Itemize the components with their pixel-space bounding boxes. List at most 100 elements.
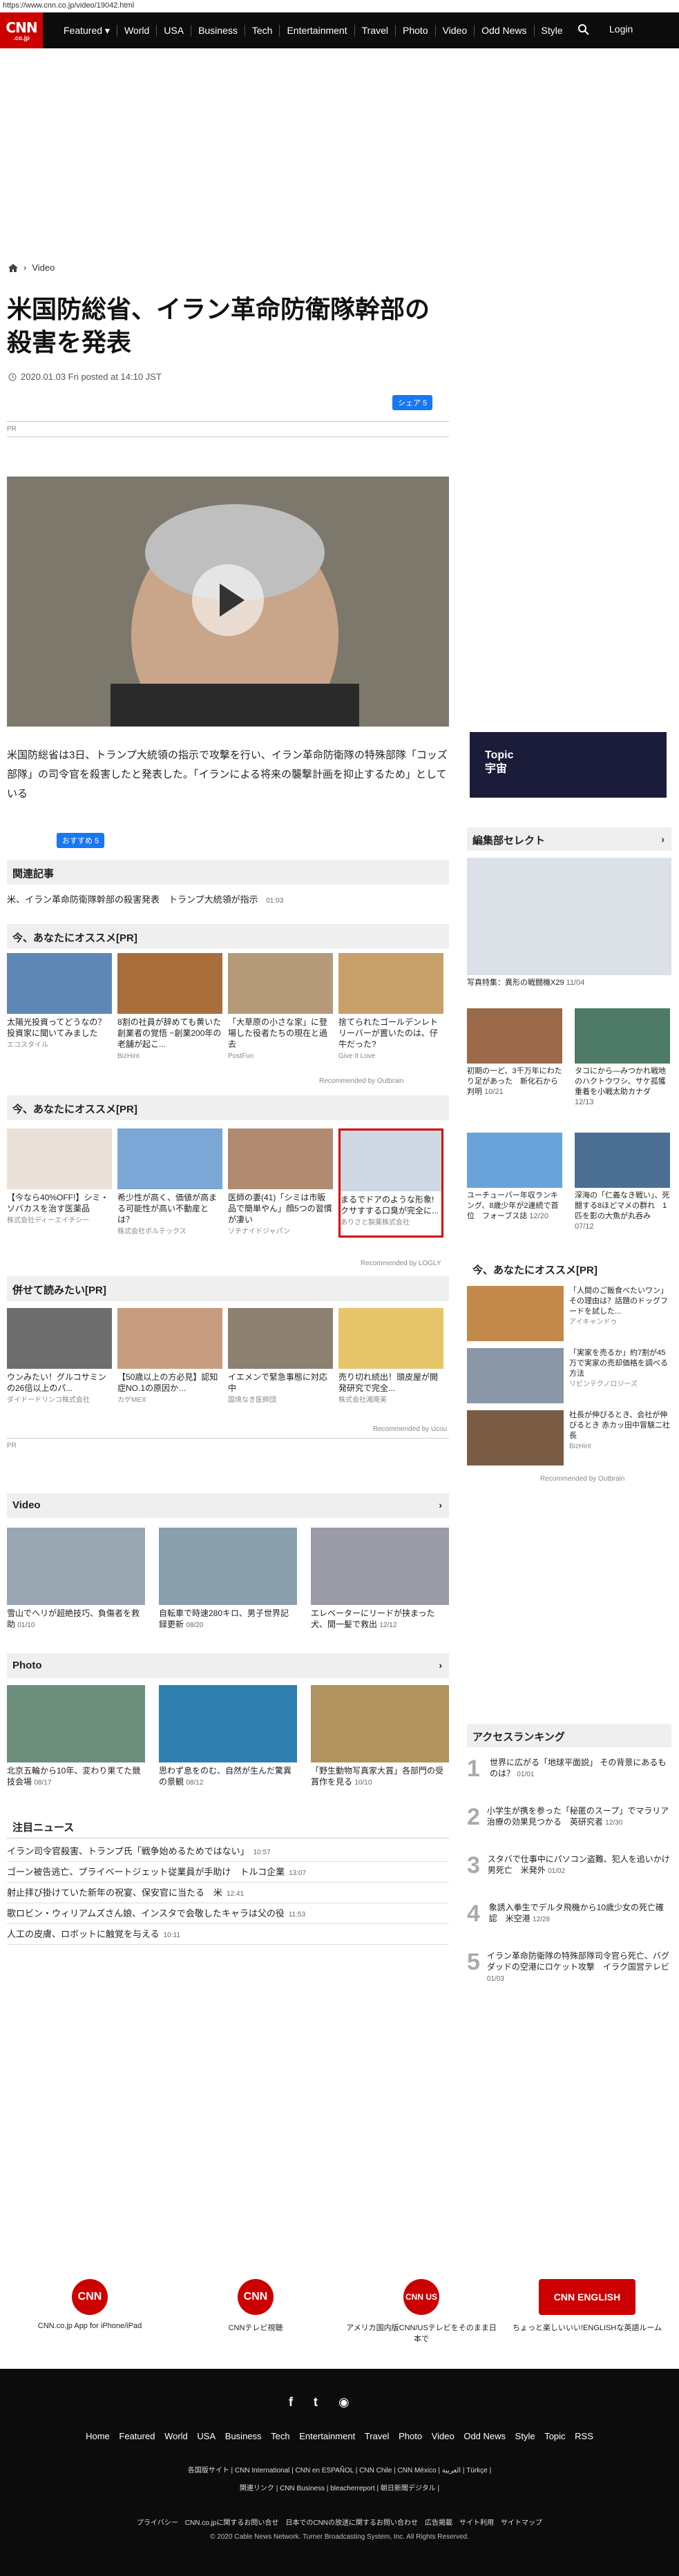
facebook-icon[interactable]: f [289, 2395, 293, 2410]
rec2-card[interactable]: 医師の妻(41)「シミは市販品で簡単やん」顔5つの習慣が凄い ソチナイドジャパン [228, 1128, 333, 1238]
app-cnn-us[interactable]: CNN US アメリカ国内版CNN/USテレビをそのまま日本で [345, 2279, 497, 2344]
nav-item-odd-news[interactable]: Odd News [474, 24, 533, 37]
ranking-item[interactable]: 5 イラン革命防衛隊の特殊部隊司令官ら死亡、バグダッドの空港にロケット攻撃 イラク… [467, 1950, 671, 1985]
rec3-card[interactable]: ウンみたい！グルコサミンの26倍以上のパ... ダイドードリンコ株式会社 [7, 1308, 112, 1406]
related-heading: 関連記事 [7, 860, 449, 885]
editor-card[interactable]: 初期の一ど、3千万年にわたり足があった 新化石から判明 10/21 [467, 1008, 562, 1097]
ranking-item[interactable]: 1 世界に広がる「地球平面説」 その背景にあるものは？ 01/01 [467, 1757, 671, 1780]
cnn-logo[interactable]: CNN .co.jp [0, 12, 43, 48]
outbrain-credit[interactable]: Recommended by Outbrain [540, 1475, 624, 1483]
footer-link[interactable]: Home [86, 2431, 110, 2441]
rec3-card[interactable]: 売り切れ続出！頭皮屋が開発研究で完全... 株式会社湘南美 [338, 1308, 443, 1406]
news-item[interactable]: 歌ロビン・ウィリアムズさん娘、インスタで会敬したキャラは父の役 11:53 [7, 1902, 449, 1924]
card-source: 国境なき医師団 [228, 1396, 276, 1404]
footer-link[interactable]: USA [197, 2431, 216, 2441]
search-icon[interactable] [577, 23, 590, 36]
card-image [7, 1308, 112, 1369]
footer-link[interactable]: Style [515, 2431, 535, 2441]
rec3-card[interactable]: 【50歳以上の方必見】認知症NO.1の原因か… カゲMEX [117, 1308, 222, 1406]
news-item[interactable]: 人工の皮膚、ロボットに触覚を与える 10:11 [7, 1923, 449, 1945]
nav-item-photo[interactable]: Photo [395, 24, 435, 37]
footer-link[interactable]: Business [225, 2431, 262, 2441]
recommend-button[interactable]: おすすめ 5 [57, 833, 105, 848]
photo-section-heading[interactable]: Photo › [7, 1653, 449, 1678]
breadcrumb-video[interactable]: Video [32, 262, 55, 273]
rec3-card[interactable]: イエメンで緊急事態に対応中 国境なき医師団 [228, 1308, 333, 1406]
related-links[interactable]: 関連リンク | CNN Business | bleacherreport | … [0, 2482, 679, 2492]
footer-link[interactable]: Photo [399, 2431, 422, 2441]
footer-link[interactable]: Topic [544, 2431, 565, 2441]
rec1-card[interactable]: 「大草原の小さな家」に登場した役者たちの現在と過去 PostFun [228, 953, 333, 1062]
editor-card[interactable]: 深海の「仁義なき戦い」、死闘する8ほどマメの群れ 1匹を影の大魚が丸呑み 07/… [575, 1133, 670, 1232]
rec1-card[interactable]: 捨てられたゴールデンレトリーバーが置いたのは、仔牛だった? Give It Lov… [338, 953, 443, 1062]
video-section-heading[interactable]: Video › [7, 1493, 449, 1518]
news-item[interactable]: ゴーン被告逃亡、プライベートジェット従業員が手助け トルコ企業 13:07 [7, 1861, 449, 1883]
logly-credit[interactable]: Recommended by LOGLY [361, 1260, 441, 1267]
nav-item-travel[interactable]: Travel [354, 24, 395, 37]
footer-link[interactable]: Tech [271, 2431, 289, 2441]
international-sites[interactable]: 各国版サイト | CNN International | CNN en ESPA… [0, 2464, 679, 2474]
footer-link[interactable]: Travel [365, 2431, 390, 2441]
outbrain-credit[interactable]: Recommended by Outbrain [319, 1077, 403, 1085]
nav-item-entertainment[interactable]: Entertainment [279, 24, 354, 37]
footer-link[interactable]: Video [432, 2431, 455, 2441]
editor-hero-card[interactable]: 写真特集：異形の戦闘機X29 11/04 [467, 858, 671, 988]
app-tv[interactable]: CNN CNNテレビ視聴 [180, 2279, 332, 2333]
legal-links[interactable]: プライバシー CNN.co.jpに関するお問い合せ 日本でのCNNの放送に関する… [0, 2517, 679, 2527]
news-item[interactable]: 射止拝び掛けていた新年の祝宴、保安官に当たる 米 12:41 [7, 1881, 449, 1903]
editor-card[interactable]: ユーチューバー年収ランキング、8歳少年が2連続で首位 フォーブス誌 12/20 [467, 1133, 562, 1222]
sidebar-rec-item[interactable]: 「実家を売るか」約7割が45万で実家の売却価格を調べる方法 リビンテクノロジーズ [467, 1348, 671, 1403]
chevron-right-icon[interactable]: › [439, 1499, 442, 1510]
chevron-right-icon[interactable]: › [661, 834, 664, 845]
footer-link[interactable]: World [164, 2431, 188, 2441]
login-button[interactable]: Login [609, 23, 633, 35]
app-iphone[interactable]: CNN CNN.co.jp App for iPhone/iPad [14, 2279, 166, 2330]
rec2-card-highlighted[interactable]: まるでドアのような形象!クサすする口臭が完全に... ありさと製薬株式会社 [338, 1128, 443, 1238]
ucou-credit[interactable]: Recommended by Ucou [373, 1425, 447, 1433]
card-image [7, 1685, 145, 1762]
photo-card[interactable]: 思わず息をのむ、自然が生んだ驚異の景観 08/12 [159, 1685, 297, 1789]
nav-item-video[interactable]: Video [434, 24, 475, 37]
ranking-item[interactable]: 3 スタバで仕事中にパソコン盗難、犯人を追いかけ男死亡 米発外 01/02 [467, 1854, 671, 1877]
nav-item-world[interactable]: World [116, 24, 156, 37]
twitter-icon[interactable]: t [314, 2395, 318, 2410]
news-item[interactable]: イラン司令官殺害、トランプ氏「戦争始めるためではない」 10:57 [7, 1840, 449, 1862]
card-text: 太陽光投資ってどうなの？投資家に聞いてみました [7, 1017, 106, 1038]
video-player[interactable] [7, 477, 449, 727]
video-card[interactable]: 自転車で時速280キロ、男子世界記録更新 08/20 [159, 1528, 297, 1631]
play-icon[interactable] [192, 564, 264, 636]
nav-item-usa[interactable]: USA [156, 24, 191, 37]
rss-icon[interactable]: ◉ [338, 2395, 350, 2410]
ranking-item[interactable]: 4 象誘入拳生でデルタ飛機から10歳少女の死亡確認 米空港 12/28 [467, 1902, 671, 1925]
video-card[interactable]: エレベーターにリードが挟まった犬、間一髪で救出 12/12 [311, 1528, 449, 1631]
topic-space-ad[interactable]: Topic 宇宙 [470, 732, 667, 798]
nav-item-business[interactable]: Business [191, 24, 245, 37]
cnn-us-icon: CNN US [403, 2279, 439, 2315]
sidebar-rec-item[interactable]: 「人間のご飯食べたいワン」その理由は？話題のドッグフードを試した... アイキャン… [467, 1286, 671, 1341]
footer-link[interactable]: RSS [575, 2431, 593, 2441]
rec2-card[interactable]: 希少性が高く、価値が高まる可能性が高い不動産とは？ 株式会社ボルテックス [117, 1128, 222, 1238]
rec1-card[interactable]: 太陽光投資ってどうなの？投資家に聞いてみました エコスタイル [7, 953, 112, 1062]
card-source: ダイドードリンコ株式会社 [7, 1396, 90, 1404]
ranking-item[interactable]: 2 小学生が携を参った「秘匿のスープ」でマラリア治療の効果見つかる 英研究者 12… [467, 1805, 671, 1829]
chevron-right-icon[interactable]: › [439, 1660, 442, 1671]
rec1-card[interactable]: 8割の社員が辞めても黄いた創業者の覚悟 ~創業200年の老舗が起こ... BizH… [117, 953, 222, 1062]
nav-item-style[interactable]: Style [533, 24, 570, 37]
editor-card[interactable]: タコにから—みつかれ戦地のハクトウワシ、サケ孤獲重着を小戦太助カナダ 12/13 [575, 1008, 670, 1108]
footer-link[interactable]: Entertainment [299, 2431, 355, 2441]
photo-card[interactable]: 「野生動物写真家大賞」各部門の受賞作を見る 10/10 [311, 1685, 449, 1789]
sidebar-rec-item[interactable]: 社長が伸びるとき、会社が伸びるとき 赤カッ田中冒験二社長 BizHint [467, 1410, 671, 1465]
editor-select-heading[interactable]: 編集部セレクト › [467, 827, 671, 851]
related-item[interactable]: 米、イラン革命防衛隊幹部の殺害発表 トランプ大統領が指示 01:03 [7, 892, 449, 905]
url-bar[interactable]: https://www.cnn.co.jp/video/19042.html [0, 0, 679, 12]
facebook-share-button[interactable]: シェア 5 [392, 395, 433, 410]
footer-link[interactable]: Odd News [463, 2431, 506, 2441]
video-card[interactable]: 雪山でヘリが超絶技巧、負傷者を救助 01/10 [7, 1528, 145, 1631]
photo-card[interactable]: 北京五輪から10年、変わり果てた競技会場 08/17 [7, 1685, 145, 1789]
nav-item-featured[interactable]: Featured ▾ [57, 25, 117, 37]
app-english[interactable]: CNN ENGLISH ちょっと楽しいいい!ENGLISHな英語ルーム [511, 2279, 663, 2333]
home-icon[interactable] [8, 263, 18, 272]
footer-link[interactable]: Featured [119, 2431, 155, 2441]
rec2-card[interactable]: 【今なら40%OFF!】シミ・ソバカスを治す医薬品 株式会社ディーエイチシー [7, 1128, 112, 1238]
nav-item-tech[interactable]: Tech [244, 24, 280, 37]
